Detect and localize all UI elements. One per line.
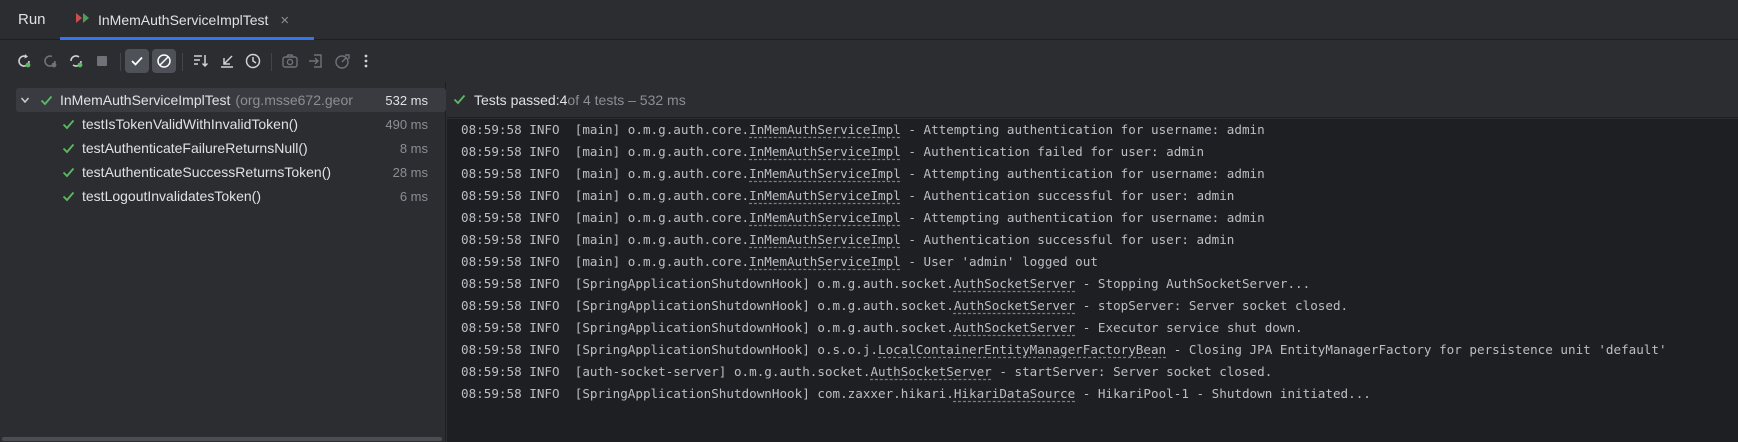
check-icon xyxy=(62,166,76,179)
toolbar-separator xyxy=(120,53,121,71)
tab-test-run[interactable]: InMemAuthServiceImplTest × xyxy=(74,0,293,40)
console-line: 08:59:58 INFO [main] o.m.g.auth.core.InM… xyxy=(461,166,1265,181)
test-class-name: InMemAuthServiceImplTest xyxy=(60,92,231,108)
class-link[interactable]: LocalContainerEntityManagerFactoryBean xyxy=(878,342,1166,357)
class-link[interactable]: InMemAuthServiceImpl xyxy=(749,188,901,203)
active-tab-indicator xyxy=(60,37,314,40)
test-name: testLogoutInvalidatesToken() xyxy=(82,188,261,204)
class-link[interactable]: InMemAuthServiceImpl xyxy=(749,122,901,137)
console-line: 08:59:58 INFO [main] o.m.g.auth.core.InM… xyxy=(461,188,1235,203)
console-line: 08:59:58 INFO [main] o.m.g.auth.core.InM… xyxy=(461,232,1235,247)
console-line: 08:59:58 INFO [SpringApplicationShutdown… xyxy=(461,342,1667,357)
class-link[interactable]: AuthSocketServer xyxy=(954,298,1075,313)
rerun-icon[interactable] xyxy=(12,49,36,73)
test-duration: 6 ms xyxy=(399,188,428,204)
test-duration: 28 ms xyxy=(392,164,428,180)
class-link[interactable]: HikariDataSource xyxy=(954,386,1075,401)
class-link[interactable]: InMemAuthServiceImpl xyxy=(749,210,901,225)
import-icon[interactable] xyxy=(304,49,328,73)
class-link[interactable]: InMemAuthServiceImpl xyxy=(749,144,901,159)
class-link[interactable]: InMemAuthServiceImpl xyxy=(749,166,901,181)
status-prefix: Tests passed: xyxy=(474,91,560,108)
test-node[interactable]: testIsTokenValidWithInvalidToken() 490 m… xyxy=(0,112,446,136)
console-line: 08:59:58 INFO [SpringApplicationShutdown… xyxy=(461,298,1349,313)
toolbar-separator xyxy=(182,53,183,71)
status-summary: of 4 tests – 532 ms xyxy=(567,91,686,108)
check-icon xyxy=(62,142,76,155)
class-link[interactable]: AuthSocketServer xyxy=(954,276,1075,291)
test-node[interactable]: testLogoutInvalidatesToken() 6 ms xyxy=(0,184,446,208)
test-tab-label: InMemAuthServiceImplTest xyxy=(98,12,269,28)
close-icon[interactable]: × xyxy=(280,12,289,29)
test-name: testAuthenticateFailureReturnsNull() xyxy=(82,140,308,156)
rerun-failed-icon[interactable] xyxy=(38,49,62,73)
console-line: 08:59:58 INFO [main] o.m.g.auth.core.InM… xyxy=(461,254,1098,269)
console-line: 08:59:58 INFO [SpringApplicationShutdown… xyxy=(461,276,1311,291)
test-duration: 490 ms xyxy=(385,116,428,132)
scrollbar-thumb[interactable] xyxy=(2,437,442,441)
class-link[interactable]: AuthSocketServer xyxy=(870,364,991,379)
show-passed-icon[interactable] xyxy=(125,49,149,73)
test-duration: 532 ms xyxy=(385,92,428,108)
check-icon xyxy=(62,118,76,131)
tool-window-tab-bar: Run InMemAuthServiceImplTest × xyxy=(0,0,1738,40)
class-link[interactable]: InMemAuthServiceImpl xyxy=(749,232,901,247)
console-line: 08:59:58 INFO [main] o.m.g.auth.core.InM… xyxy=(461,210,1265,225)
check-icon xyxy=(62,190,76,203)
console-line: 08:59:58 INFO [main] o.m.g.auth.core.InM… xyxy=(461,144,1205,159)
stop-icon[interactable] xyxy=(90,49,114,73)
sort-icon[interactable] xyxy=(189,49,213,73)
horizontal-scrollbar[interactable] xyxy=(0,437,446,442)
check-icon xyxy=(40,94,54,107)
test-run-icon xyxy=(74,10,92,31)
test-node[interactable]: testAuthenticateFailureReturnsNull() 8 m… xyxy=(0,136,446,160)
tree-root-node[interactable]: InMemAuthServiceImplTest (org.msse672.ge… xyxy=(16,88,446,112)
toggle-auto-test-icon[interactable] xyxy=(64,49,88,73)
check-icon xyxy=(453,93,466,106)
test-duration: 8 ms xyxy=(399,140,428,156)
run-tab-title[interactable]: Run xyxy=(18,11,46,28)
status-passed-count: 4 xyxy=(559,91,568,108)
class-link[interactable]: InMemAuthServiceImpl xyxy=(749,254,901,269)
test-node[interactable]: testAuthenticateSuccessReturnsToken() 28… xyxy=(0,160,446,184)
run-toolbar xyxy=(0,41,1738,82)
chevron-down-icon[interactable] xyxy=(20,95,34,105)
show-ignored-icon[interactable] xyxy=(152,49,176,73)
console-line: 08:59:58 INFO [auth-socket-server] o.m.g… xyxy=(461,364,1273,379)
more-icon[interactable] xyxy=(354,49,378,73)
collapse-icon[interactable] xyxy=(215,49,239,73)
test-status-bar: Tests passed: 4 of 4 tests – 532 ms xyxy=(447,82,1738,118)
history-icon[interactable] xyxy=(241,49,265,73)
test-name: testAuthenticateSuccessReturnsToken() xyxy=(82,164,332,180)
console-line: 08:59:58 INFO [main] o.m.g.auth.core.InM… xyxy=(461,122,1265,137)
test-results-tree: InMemAuthServiceImplTest (org.msse672.ge… xyxy=(0,82,446,442)
class-link[interactable]: AuthSocketServer xyxy=(954,320,1075,335)
test-class-package: (org.msse672.georr xyxy=(235,92,354,108)
console-line: 08:59:58 INFO [SpringApplicationShutdown… xyxy=(461,320,1303,335)
console-output[interactable]: 08:59:58 INFO [main] o.m.g.auth.core.InM… xyxy=(447,119,1738,442)
camera-icon[interactable] xyxy=(278,49,302,73)
test-name: testIsTokenValidWithInvalidToken() xyxy=(82,116,299,132)
export-icon[interactable] xyxy=(330,49,354,73)
toolbar-separator xyxy=(271,53,272,71)
console-line: 08:59:58 INFO [SpringApplicationShutdown… xyxy=(461,386,1371,401)
